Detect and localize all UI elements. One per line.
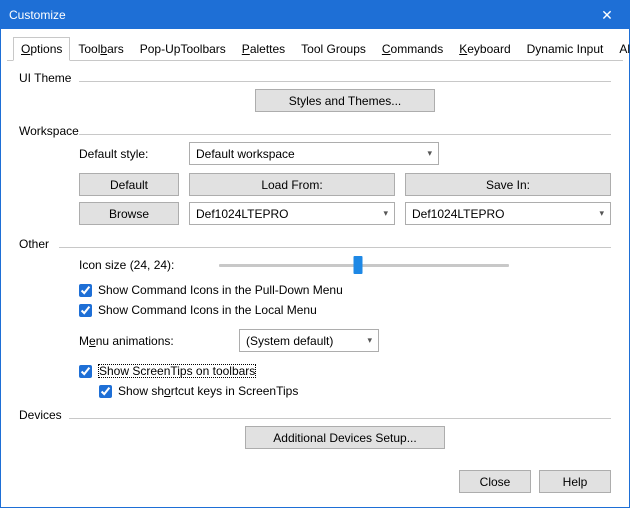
show-screentips-checkbox[interactable]	[79, 365, 92, 378]
show-shortcut-keys-checkbox[interactable]	[99, 385, 112, 398]
show-local-icons-checkbox[interactable]	[79, 304, 92, 317]
tab-strip: Options Toolbars Pop-UpToolbars Palettes…	[7, 35, 623, 61]
section-ui-theme-label: UI Theme	[19, 69, 79, 85]
default-button[interactable]: Default	[79, 173, 179, 196]
default-style-label: Default style:	[79, 147, 179, 161]
icon-size-label: Icon size (24, 24):	[79, 258, 209, 272]
show-screentips-label: Show ScreenTips on toolbars	[98, 364, 256, 378]
browse-button[interactable]: Browse	[79, 202, 179, 225]
menu-animations-label: Menu animations:	[79, 334, 229, 348]
load-from-value: Def1024LTEPRO	[196, 207, 381, 221]
section-other-label: Other	[19, 235, 59, 251]
close-button[interactable]: Close	[459, 470, 531, 493]
default-style-combo[interactable]: Default workspace ▾	[189, 142, 439, 165]
icon-size-slider[interactable]	[219, 255, 509, 275]
show-pulldown-icons-checkbox[interactable]	[79, 284, 92, 297]
divider	[79, 134, 611, 135]
tab-popup-toolbars[interactable]: Pop-UpToolbars	[132, 37, 234, 60]
slider-thumb[interactable]	[354, 256, 363, 274]
section-workspace-label: Workspace	[19, 122, 79, 138]
divider	[79, 81, 611, 82]
tab-dynamic-input[interactable]: Dynamic Input	[519, 37, 612, 60]
window-title: Customize	[9, 8, 585, 22]
titlebar: Customize ✕	[1, 1, 629, 29]
additional-devices-button[interactable]: Additional Devices Setup...	[245, 426, 445, 449]
tab-commands[interactable]: Commands	[374, 37, 451, 60]
divider	[69, 418, 611, 419]
load-from-combo[interactable]: Def1024LTEPRO ▾	[189, 202, 395, 225]
close-icon[interactable]: ✕	[585, 1, 629, 29]
tab-palettes[interactable]: Palettes	[234, 37, 293, 60]
tab-aliases-partial[interactable]: Ali	[611, 37, 630, 60]
show-local-icons-label: Show Command Icons in the Local Menu	[98, 303, 317, 317]
styles-themes-button[interactable]: Styles and Themes...	[255, 89, 435, 112]
tab-toolbars[interactable]: Toolbars	[70, 37, 131, 60]
tab-tool-groups[interactable]: Tool Groups	[293, 37, 374, 60]
dialog-footer: Close Help	[1, 460, 629, 507]
show-pulldown-icons-label: Show Command Icons in the Pull-Down Menu	[98, 283, 343, 297]
save-in-button[interactable]: Save In:	[405, 173, 611, 196]
save-in-value: Def1024LTEPRO	[412, 207, 597, 221]
show-shortcut-keys-label: Show shortcut keys in ScreenTips	[118, 384, 298, 398]
menu-animations-value: (System default)	[246, 334, 365, 348]
content-area: UI Theme Styles and Themes... Workspace …	[1, 61, 629, 460]
default-style-value: Default workspace	[196, 147, 425, 161]
chevron-down-icon: ▾	[381, 208, 390, 219]
chevron-down-icon: ▾	[425, 148, 434, 159]
load-from-button[interactable]: Load From:	[189, 173, 395, 196]
tab-keyboard[interactable]: Keyboard	[451, 37, 518, 60]
divider	[59, 247, 611, 248]
section-devices-label: Devices	[19, 406, 69, 422]
help-button[interactable]: Help	[539, 470, 611, 493]
customize-dialog: Customize ✕ Options Toolbars Pop-UpToolb…	[0, 0, 630, 508]
chevron-down-icon: ▾	[597, 208, 606, 219]
save-in-combo[interactable]: Def1024LTEPRO ▾	[405, 202, 611, 225]
chevron-down-icon: ▾	[365, 335, 374, 346]
menu-animations-combo[interactable]: (System default) ▾	[239, 329, 379, 352]
tab-options[interactable]: Options	[13, 37, 70, 61]
